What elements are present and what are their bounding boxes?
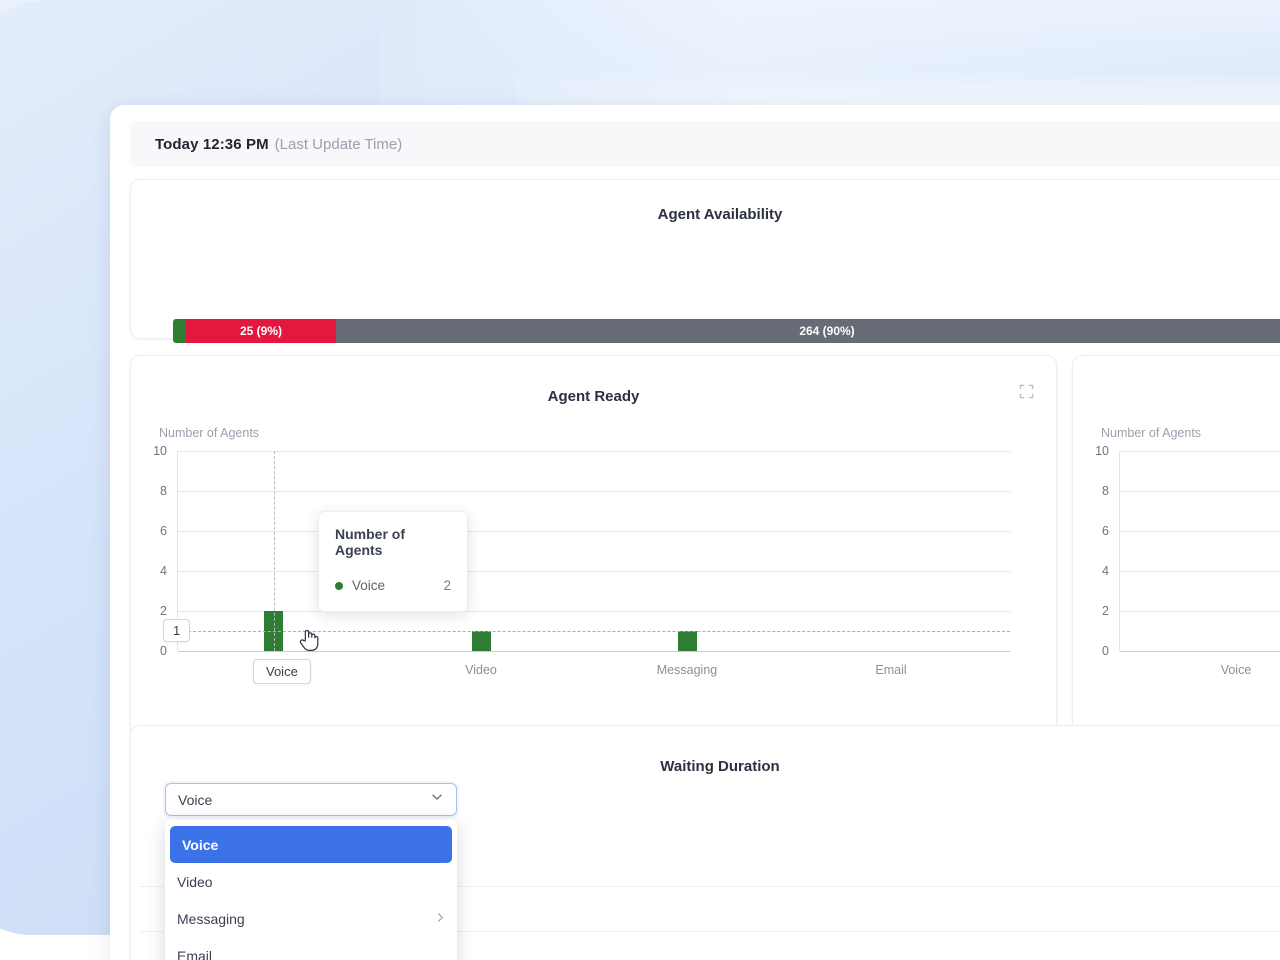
menu-item-video[interactable]: Video (165, 863, 457, 900)
chart-tooltip: Number of Agents Voice 2 (318, 511, 468, 612)
last-update-note: (Last Update Time) (275, 136, 403, 153)
menu-item-video-label: Video (177, 874, 213, 890)
menu-item-email-label: Email (177, 948, 212, 960)
crosshair-y-label: 1 (163, 619, 190, 642)
app-root: Today 12:36 PM (Last Update Time) Agent … (0, 0, 1280, 960)
channel-select-value: Voice (178, 792, 430, 808)
availability-segment-ready[interactable] (173, 319, 186, 343)
expand-icon[interactable] (1019, 384, 1034, 399)
mouse-cursor-icon (298, 626, 320, 652)
xtick2-voice: Voice (1221, 663, 1252, 677)
xtick-video: Video (465, 663, 497, 677)
last-update-time: Today 12:36 PM (155, 136, 269, 153)
ytick-10: 10 (141, 444, 167, 458)
gridline2-2 (1120, 611, 1280, 612)
tooltip-series-icon (335, 582, 343, 590)
tooltip-series-value: 2 (443, 578, 451, 593)
agent-ready-2-axis-caption: Number of Agents (1101, 426, 1201, 440)
tooltip-row: Voice 2 (335, 578, 451, 593)
gridline2-4 (1120, 571, 1280, 572)
channel-select-menu: Voice Video Messaging Email (165, 820, 457, 960)
channel-select[interactable]: Voice (165, 783, 457, 816)
ytick-0: 0 (141, 644, 167, 658)
gridline2-8 (1120, 491, 1280, 492)
x-axis-line-2 (1120, 651, 1280, 652)
gridline2-10 (1120, 451, 1280, 452)
chevron-down-icon (430, 790, 444, 809)
agent-ready-plot (177, 451, 1009, 651)
agent-ready-title: Agent Ready (131, 388, 1056, 405)
agent-availability-title: Agent Availability (131, 206, 1280, 223)
menu-item-voice-label: Voice (182, 837, 218, 853)
menu-item-messaging-label: Messaging (177, 911, 245, 927)
gridline-8 (178, 491, 1010, 492)
ytick2-10: 10 (1083, 444, 1109, 458)
agent-availability-card: Agent Availability 25 (9%) 264 (90%) Rea… (130, 179, 1280, 339)
xtick-messaging: Messaging (657, 663, 717, 677)
ytick-2: 2 (141, 604, 167, 618)
agent-availability-bar: 25 (9%) 264 (90%) (173, 319, 1280, 343)
availability-segment-offline[interactable]: 264 (90%) (336, 319, 1280, 343)
xtick-email: Email (875, 663, 906, 677)
availability-segment-not-ready-label: 25 (9%) (240, 324, 282, 338)
tooltip-series-name: Voice (352, 578, 443, 593)
crosshair-vertical (274, 451, 275, 651)
ytick-6: 6 (141, 524, 167, 538)
menu-item-voice[interactable]: Voice (170, 826, 452, 863)
chevron-right-icon (436, 911, 445, 927)
availability-segment-not-ready[interactable]: 25 (9%) (186, 319, 336, 343)
tooltip-title: Number of Agents (335, 526, 451, 558)
menu-item-messaging[interactable]: Messaging (165, 900, 457, 937)
gridline-10 (178, 451, 1010, 452)
gridline-6 (178, 531, 1010, 532)
waiting-duration-title: Waiting Duration (131, 758, 1280, 775)
gridline-2 (178, 611, 1010, 612)
ytick2-6: 6 (1083, 524, 1109, 538)
last-update-header: Today 12:36 PM (Last Update Time) (130, 121, 1280, 167)
agent-ready-2-plot (1119, 451, 1280, 651)
ytick-8: 8 (141, 484, 167, 498)
menu-item-email[interactable]: Email (165, 937, 457, 960)
ytick2-4: 4 (1083, 564, 1109, 578)
ytick2-2: 2 (1083, 604, 1109, 618)
crosshair-x-label: Voice (253, 659, 311, 684)
gridline2-6 (1120, 531, 1280, 532)
bar-messaging[interactable] (678, 631, 697, 651)
ytick2-0: 0 (1083, 644, 1109, 658)
bar-video[interactable] (472, 631, 491, 651)
ytick2-8: 8 (1083, 484, 1109, 498)
gridline-4 (178, 571, 1010, 572)
ytick-4: 4 (141, 564, 167, 578)
dashboard-panel: Today 12:36 PM (Last Update Time) Agent … (110, 105, 1280, 960)
availability-segment-offline-label: 264 (90%) (799, 324, 854, 338)
agent-ready-axis-caption: Number of Agents (159, 426, 259, 440)
